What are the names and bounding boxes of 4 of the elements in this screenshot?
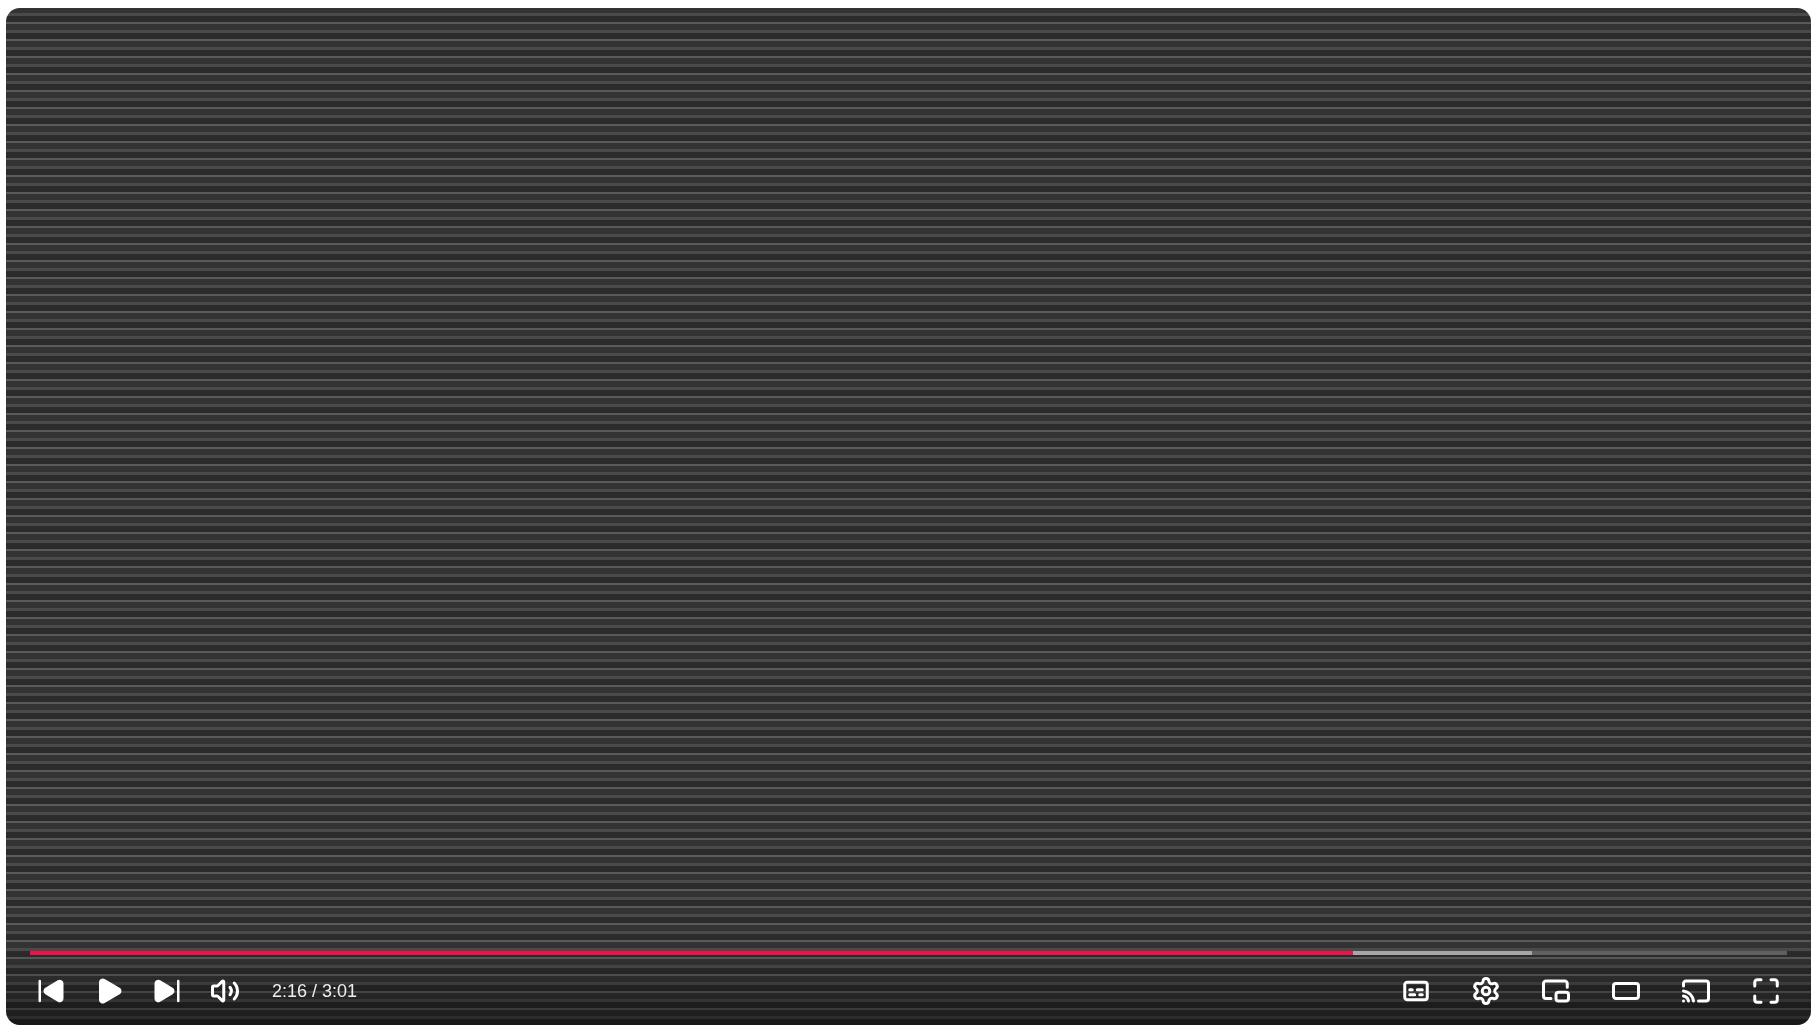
settings-icon <box>1471 976 1501 1006</box>
video-player[interactable]: 2:16 / 3:01 <box>6 8 1811 1025</box>
time-display: 2:16 / 3:01 <box>272 980 358 1002</box>
fullscreen-icon <box>1751 976 1781 1006</box>
